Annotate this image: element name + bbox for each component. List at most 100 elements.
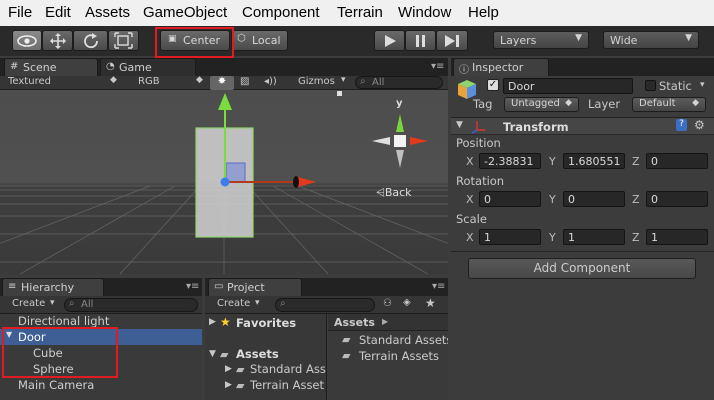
project-folder-view: Assets ▶ ▰ Standard Assets ▰ Terrain Ass…	[328, 314, 448, 400]
scene-grid	[0, 91, 448, 274]
scene-search-input[interactable]: ⌕ All	[355, 76, 443, 89]
render-mode-dropdown[interactable]: RGB	[138, 76, 160, 87]
move-tool-button[interactable]	[42, 30, 73, 51]
menu-assets[interactable]: Assets	[85, 4, 130, 21]
add-component-label: Add Component	[533, 261, 631, 275]
scene-viewport[interactable]: y ⩤Back	[0, 90, 448, 274]
scale-y-value: 1	[568, 231, 575, 244]
tree-terrain-assets[interactable]: Terrain Asset	[250, 378, 324, 392]
object-name-input[interactable]: Door	[503, 78, 633, 94]
step-icon	[445, 35, 459, 47]
rotate-tool-button[interactable]	[73, 30, 108, 51]
panel-menu-icon[interactable]: ▾≡	[431, 61, 444, 72]
layers-dropdown[interactable]: Layers ▼	[493, 31, 589, 49]
pause-button[interactable]	[405, 30, 436, 51]
tab-scene[interactable]: # Scene	[4, 58, 98, 76]
eye-icon	[17, 35, 37, 47]
pivot-center-button[interactable]: ▣ Center	[160, 30, 230, 51]
tab-hierarchy[interactable]: ≡ Hierarchy	[2, 278, 104, 296]
menu-window[interactable]: Window	[398, 4, 451, 21]
tab-inspector[interactable]: ⓘ Inspector	[453, 58, 549, 76]
expand-arrow-icon[interactable]: ▼	[6, 330, 12, 339]
back-text: Back	[384, 186, 412, 199]
scale-x-value: 1	[484, 231, 491, 244]
tab-game[interactable]: ◔ Game	[100, 58, 196, 76]
view-tool-button[interactable]	[12, 30, 42, 51]
hierarchy-item-door[interactable]: ▼ Door	[0, 329, 202, 345]
layers-label: Layers	[500, 34, 537, 47]
audio-icon[interactable]: ◂))	[264, 76, 277, 87]
rotation-z-input[interactable]: 0	[646, 191, 708, 207]
tree-standard-assets[interactable]: Standard Ass	[250, 362, 326, 376]
transform-title: Transform	[503, 120, 569, 134]
scale-y-input[interactable]: 1	[563, 229, 625, 245]
tag-dropdown[interactable]: Untagged ◆	[504, 97, 579, 112]
hierarchy-item-directional-light[interactable]: Directional light	[18, 314, 109, 328]
hierarchy-item-label: Door	[18, 330, 46, 344]
position-y-input[interactable]: 1.680551	[563, 153, 625, 169]
position-z-input[interactable]: 0	[646, 153, 708, 169]
menu-edit[interactable]: Edit	[45, 4, 71, 21]
scale-z-value: 1	[651, 231, 658, 244]
scale-tool-button[interactable]	[108, 30, 139, 51]
settings-gear-icon[interactable]: ⚙	[694, 118, 705, 132]
expand-arrow-icon[interactable]: ▶	[225, 380, 232, 390]
favorite-star-icon[interactable]: ★	[425, 296, 436, 310]
tab-project[interactable]: ▭ Project	[208, 278, 302, 296]
active-checkbox[interactable]: ✓	[487, 79, 499, 91]
folder-item-standard-assets[interactable]: Standard Assets	[359, 333, 448, 347]
project-search-input[interactable]: ⌕	[275, 298, 375, 312]
expand-arrow-icon[interactable]: ▼	[209, 349, 216, 359]
step-button[interactable]	[436, 30, 468, 51]
shading-mode-dropdown[interactable]: Textured	[8, 76, 51, 87]
hierarchy-create-dropdown[interactable]: Create	[12, 298, 45, 309]
tab-game-label: Game	[119, 61, 152, 74]
folder-item-terrain-assets[interactable]: Terrain Assets	[359, 349, 439, 363]
menu-help[interactable]: Help	[468, 4, 499, 21]
dropdown-arrow-icon[interactable]: ▾	[700, 80, 705, 90]
scene-lighting-toggle[interactable]: ✸	[210, 76, 234, 90]
tree-assets[interactable]: Assets	[236, 347, 279, 361]
space-local-button[interactable]: ⬡ Local	[231, 30, 288, 51]
filter-type-icon[interactable]: ⚇	[383, 298, 392, 309]
filter-label-icon[interactable]: ◈	[403, 297, 411, 308]
hierarchy-search-input[interactable]: ⌕ All	[64, 298, 198, 312]
scale-z-input[interactable]: 1	[646, 229, 708, 245]
hierarchy-item-cube[interactable]: Cube	[33, 346, 63, 360]
menu-file[interactable]: File	[8, 4, 32, 21]
menu-gameobject[interactable]: GameObject	[143, 4, 227, 21]
pivot-icon: ▣	[168, 34, 177, 44]
panel-menu-icon[interactable]: ▾≡	[432, 281, 445, 292]
add-component-button[interactable]: Add Component	[468, 258, 696, 279]
help-book-icon[interactable]: ?	[676, 119, 687, 131]
scale-x-input[interactable]: 1	[479, 229, 541, 245]
layer-dropdown[interactable]: Default ◆	[632, 97, 706, 112]
collapse-arrow-icon[interactable]: ▼	[456, 120, 463, 130]
transform-header[interactable]: ▼ Transform ? ⚙	[451, 117, 714, 135]
play-button[interactable]	[374, 30, 405, 51]
scene-controlbar: Textured ◆ RGB ◆ ✸ ▨ ◂)) Gizmos ▾ ⌕ All	[0, 75, 448, 90]
back-view-label[interactable]: ⩤Back	[376, 186, 412, 200]
tab-hierarchy-label: Hierarchy	[21, 281, 75, 294]
project-tabbar: ▭ Project ▾≡	[205, 278, 448, 296]
layout-dropdown[interactable]: Wide ▼	[603, 31, 699, 49]
expand-arrow-icon[interactable]: ▶	[225, 364, 232, 374]
position-x-input[interactable]: -2.38831	[479, 153, 541, 169]
static-checkbox[interactable]	[645, 80, 656, 91]
menu-terrain[interactable]: Terrain	[337, 4, 383, 21]
back-arrow-icon: ⩤	[376, 186, 385, 199]
expand-arrow-icon[interactable]: ▶	[209, 317, 216, 327]
rotation-y-input[interactable]: 0	[563, 191, 625, 207]
layer-label: Layer	[588, 97, 621, 111]
hierarchy-item-main-camera[interactable]: Main Camera	[18, 378, 94, 392]
project-create-dropdown[interactable]: Create	[217, 298, 250, 309]
rotation-x-input[interactable]: 0	[479, 191, 541, 207]
gizmos-dropdown[interactable]: Gizmos	[298, 76, 335, 87]
scene-search-placeholder: All	[372, 77, 385, 88]
hierarchy-item-sphere[interactable]: Sphere	[33, 362, 74, 376]
panel-menu-icon[interactable]: ▾≡	[186, 281, 199, 292]
tree-favorites[interactable]: Favorites	[236, 316, 296, 330]
menu-component[interactable]: Component	[242, 4, 320, 21]
breadcrumb-assets[interactable]: Assets	[334, 316, 375, 329]
image-effects-icon[interactable]: ▨	[240, 76, 249, 87]
